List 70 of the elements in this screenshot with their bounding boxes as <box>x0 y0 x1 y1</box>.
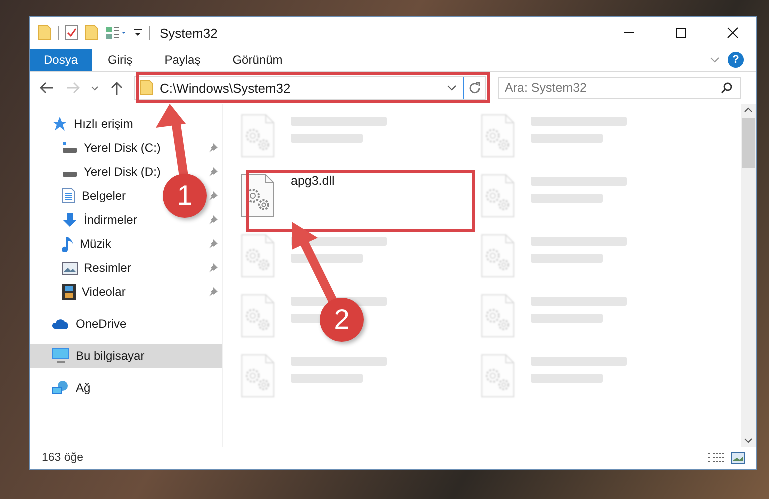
new-folder-icon <box>85 25 99 41</box>
gear-file-icon <box>241 354 275 398</box>
sidebar-item[interactable]: İndirmeler <box>84 213 138 227</box>
caret-icon <box>91 86 99 90</box>
gear-file-icon <box>481 174 515 218</box>
maximize-icon <box>675 27 687 39</box>
sidebar-item[interactable]: Belgeler <box>82 189 126 203</box>
music-note-icon <box>62 236 74 252</box>
help-button[interactable]: ? <box>728 52 744 68</box>
gear-file-icon <box>481 354 515 398</box>
drive-icon <box>62 141 78 155</box>
search-icon <box>721 82 733 94</box>
search-field[interactable]: Ara: System32 <box>498 77 741 99</box>
blurred-text-bar <box>531 374 603 383</box>
blurred-text-bar <box>291 134 363 143</box>
folder-icon <box>140 80 154 96</box>
sidebar-item[interactable]: OneDrive <box>30 312 222 336</box>
sidebar-item[interactable]: Yerel Disk (C:) <box>84 141 161 155</box>
file-name[interactable]: apg3.dll <box>291 174 335 188</box>
sidebar-item[interactable]: Hızlı erişim <box>30 112 222 136</box>
window-title: System32 <box>160 26 219 40</box>
computer-icon <box>52 348 70 364</box>
up-arrow-icon <box>111 81 123 95</box>
download-arrow-icon <box>62 212 78 228</box>
dropdown-caret-icon[interactable] <box>447 85 457 91</box>
blurred-text-bar <box>531 194 603 203</box>
document-icon <box>62 188 76 204</box>
ribbon-tab[interactable]: Giriş <box>92 49 149 71</box>
ribbon-tab[interactable]: Paylaş <box>148 49 217 71</box>
checklist-icon[interactable] <box>65 25 79 41</box>
sidebar-item[interactable]: Bu bilgisayar <box>30 344 222 368</box>
network-icon <box>52 380 70 396</box>
refresh-icon <box>468 82 480 94</box>
picture-icon <box>62 262 78 274</box>
blurred-text-bar <box>531 254 603 263</box>
gear-file-icon <box>481 234 515 278</box>
blurred-text-bar <box>291 374 363 383</box>
sidebar-item[interactable]: Resimler <box>84 261 132 275</box>
ribbon-tab[interactable]: Görünüm <box>216 49 299 71</box>
gear-file-icon <box>481 114 515 158</box>
gear-file-icon <box>241 294 275 338</box>
folder-icon <box>38 25 52 41</box>
blurred-text-bar <box>531 134 603 143</box>
back-arrow-icon <box>40 82 54 94</box>
blurred-text-bar <box>531 314 603 323</box>
gear-file-icon <box>241 234 275 278</box>
sidebar-item[interactable]: Ağ <box>30 376 222 400</box>
chevron-down-icon[interactable] <box>710 57 720 63</box>
details-list-icon <box>707 452 725 464</box>
forward-arrow-icon <box>66 82 80 94</box>
sidebar-item[interactable]: Yerel Disk (D:) <box>84 165 161 179</box>
address-bar[interactable]: C:\Windows\System32 <box>134 76 486 100</box>
properties-icon[interactable] <box>105 26 127 40</box>
gear-file-icon <box>241 114 275 158</box>
picture-icon <box>731 452 745 464</box>
scroll-thumb[interactable] <box>742 118 755 168</box>
gear-file-icon <box>241 174 275 218</box>
close-icon <box>727 27 739 39</box>
star-icon <box>52 116 68 132</box>
customize-arrow-icon[interactable] <box>133 28 143 38</box>
sidebar-item[interactable]: Müzik <box>80 237 112 251</box>
cloud-icon <box>52 318 70 330</box>
gear-file-icon <box>481 294 515 338</box>
scrollbar[interactable] <box>741 104 756 447</box>
ribbon-tab[interactable]: Dosya <box>30 49 92 71</box>
drive-icon <box>62 172 78 176</box>
item-count: 163 öğe <box>42 452 85 464</box>
sidebar-item[interactable]: Videolar <box>82 285 126 299</box>
film-icon <box>62 284 76 300</box>
large-icons-view-button[interactable] <box>728 452 748 464</box>
